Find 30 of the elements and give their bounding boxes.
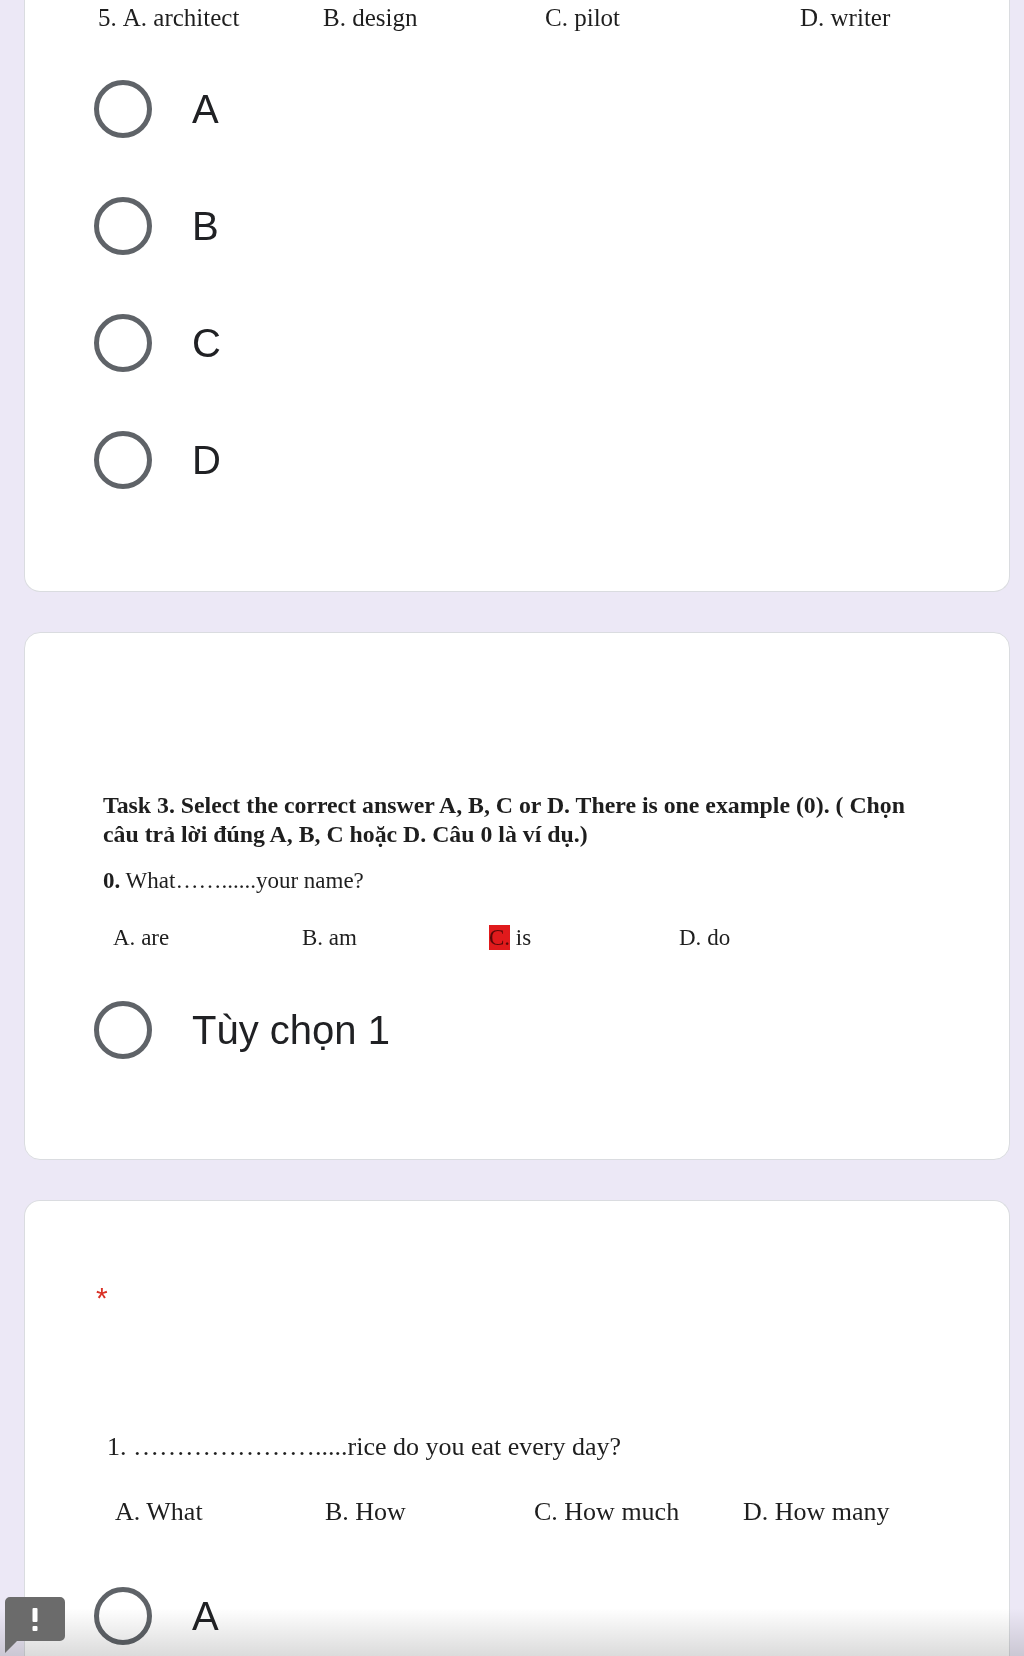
option-label[interactable]: A <box>192 1592 219 1640</box>
answer-option: A. architect <box>122 0 240 36</box>
radio-button[interactable] <box>94 314 152 372</box>
answer-option: C. How much <box>534 1497 680 1527</box>
option-label[interactable]: C <box>192 319 221 367</box>
radio-button[interactable] <box>94 80 152 138</box>
answer-option: A. are <box>113 923 170 952</box>
question-text: 1. ………………….....rice do you eat every day? <box>107 1432 622 1462</box>
answer-option: B. How <box>325 1497 406 1527</box>
answer-option: C. is <box>489 923 532 952</box>
answer-option: B. design <box>323 0 418 36</box>
instruction-text: Task 3. Select the correct answer A, B, C or D. There is one example (0). ( Chọn câu trả lời đúng A, B, C hoặc D. Câu 0 là ví dụ.) <box>103 791 906 849</box>
question-text: 0. What……......your name? <box>103 867 364 895</box>
question-number: 5. <box>98 3 117 33</box>
option-label[interactable]: D <box>192 436 221 484</box>
radio-button[interactable] <box>94 197 152 255</box>
answer-option: D. How many <box>743 1497 890 1527</box>
option-label[interactable]: B <box>192 202 219 250</box>
answer-option: A. What <box>115 1497 203 1527</box>
answer-option: D. writer <box>800 0 891 36</box>
answer-option: D. do <box>679 923 731 952</box>
feedback-icon[interactable] <box>5 1597 65 1653</box>
option-label[interactable]: Tùy chọn 1 <box>192 1006 390 1054</box>
answer-option: C. pilot <box>545 0 621 36</box>
option-label[interactable]: A <box>192 85 219 133</box>
radio-button[interactable] <box>94 1587 152 1645</box>
answer-option: B. am <box>302 923 357 952</box>
required-asterisk: * <box>96 1283 108 1313</box>
radio-button[interactable] <box>94 431 152 489</box>
radio-button[interactable] <box>94 1001 152 1059</box>
